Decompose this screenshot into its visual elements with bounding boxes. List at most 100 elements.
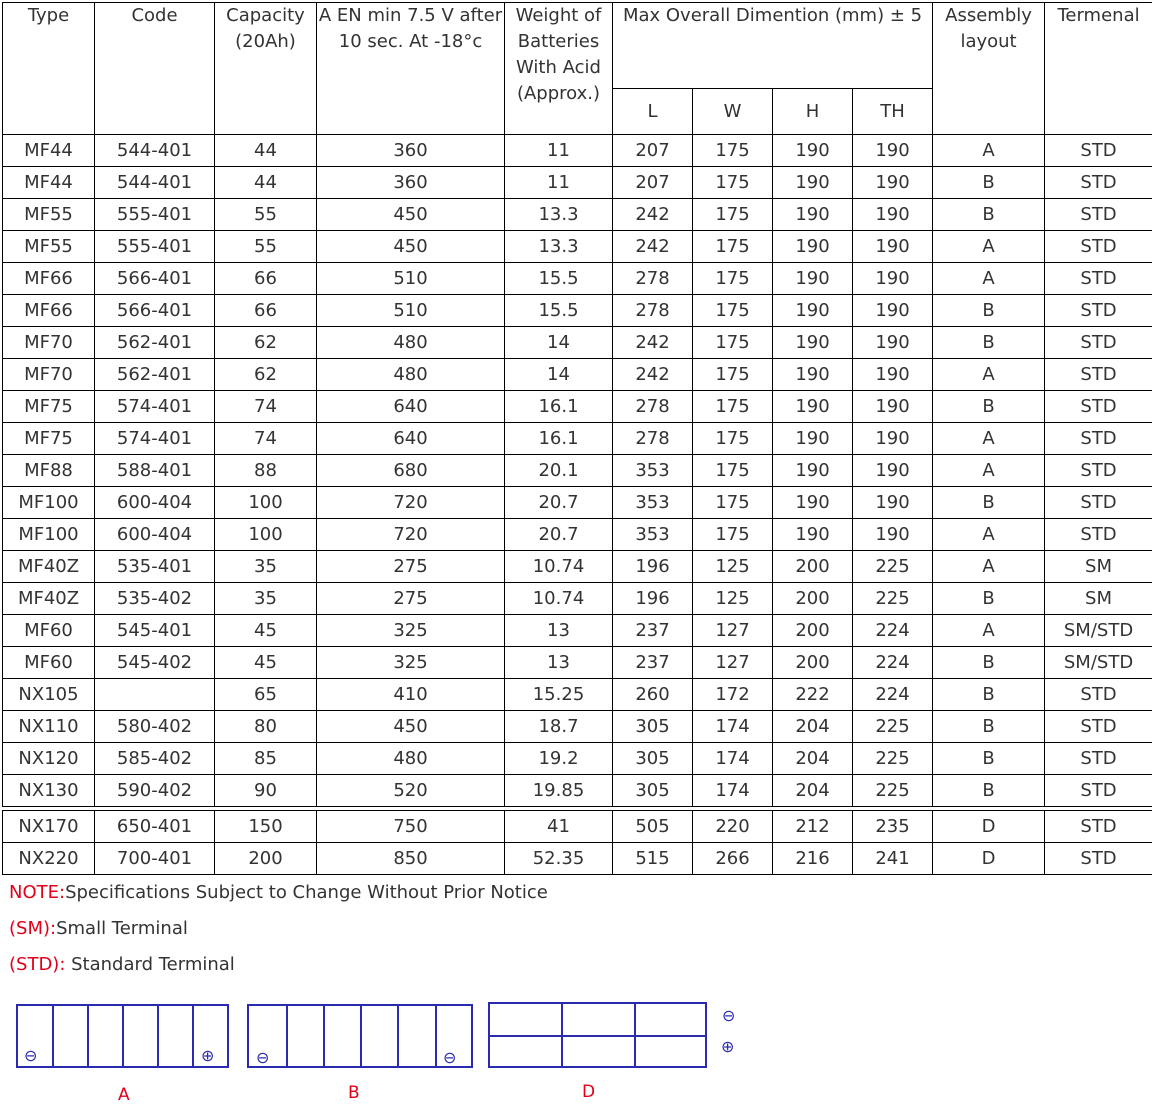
- cell-assembly: B: [932, 678, 1046, 711]
- cell-assembly: A: [932, 358, 1046, 391]
- cell-capacity: 66: [214, 262, 317, 295]
- cell-l: 260: [612, 678, 693, 711]
- minus-terminal-icon: ⊖: [24, 1046, 38, 1065]
- cell-type: MF75: [2, 422, 95, 455]
- cell-assembly: A: [932, 422, 1046, 455]
- header-code: Code: [94, 2, 215, 135]
- plus-terminal-icon: ⊕: [201, 1046, 215, 1065]
- cell-capacity: 66: [214, 294, 317, 327]
- cell-code: 585-402: [94, 742, 215, 775]
- cell-assembly: B: [932, 390, 1046, 423]
- cell-capacity: 100: [214, 518, 317, 551]
- cell-type: MF40Z: [2, 550, 95, 583]
- cell-capacity: 74: [214, 422, 317, 455]
- cell-weight: 19.2: [504, 742, 613, 775]
- cell-w: 175: [692, 230, 773, 263]
- cell-h: 190: [772, 326, 853, 359]
- cell-l: 353: [612, 454, 693, 487]
- table-row: MF66 566-401 66 510 15.5 278 175 190 190 B STD: [2, 294, 1152, 327]
- cell-th: 190: [851, 166, 934, 199]
- table-row: MF70 562-401 62 480 14 242 175 190 190 A STD: [2, 358, 1152, 391]
- cell-l: 207: [612, 134, 693, 167]
- table-row: NX120 585-402 85 480 19.2 305 174 204 225 B STD: [2, 742, 1152, 775]
- cell-capacity: 55: [214, 198, 317, 231]
- cell-h: 200: [772, 550, 853, 583]
- table-row: MF100 600-404 100 720 20.7 353 175 190 190 A STD: [2, 518, 1152, 551]
- cell-type: MF100: [2, 486, 95, 519]
- table-row: NX105 65 410 15.25 260 172 222 224 B STD: [2, 678, 1152, 711]
- cell-code: 535-402: [94, 582, 215, 615]
- cell-capacity: 85: [214, 742, 317, 775]
- cell-code: 580-402: [94, 710, 215, 743]
- cell-type: MF100: [2, 518, 95, 551]
- cell-capacity: 88: [214, 454, 317, 487]
- cell-th: 190: [851, 518, 934, 551]
- cell-w: 174: [692, 710, 773, 743]
- cell-terminal: STD: [1044, 358, 1152, 391]
- cell-code: 590-402: [94, 774, 215, 807]
- cell-weight: 15.25: [504, 678, 613, 711]
- cell-terminal: STD: [1044, 678, 1152, 711]
- cell-th: 225: [851, 710, 934, 743]
- cell-capacity: 80: [214, 710, 317, 743]
- cell-assembly: A: [932, 230, 1046, 263]
- cell-l: 278: [612, 294, 693, 327]
- cell-l: 505: [612, 810, 693, 843]
- battery-spec-table: Type Code Capacity (20Ah) A EN min 7.5 V…: [2, 2, 1152, 875]
- cell-h: 190: [772, 390, 853, 423]
- cell-cca: 480: [316, 742, 505, 775]
- header-h: H: [772, 88, 853, 135]
- cell-w: 220: [692, 810, 773, 843]
- cell-w: 175: [692, 390, 773, 423]
- cell-code: 600-404: [94, 486, 215, 519]
- cell-th: 190: [851, 486, 934, 519]
- cell-cca: 410: [316, 678, 505, 711]
- cell-assembly: B: [932, 326, 1046, 359]
- cell-capacity: 55: [214, 230, 317, 263]
- table-row: MF100 600-404 100 720 20.7 353 175 190 190 B STD: [2, 486, 1152, 519]
- cell-l: 242: [612, 198, 693, 231]
- cell-type: MF66: [2, 294, 95, 327]
- cell-h: 212: [772, 810, 853, 843]
- cell-terminal: SM/STD: [1044, 646, 1152, 679]
- cell-capacity: 45: [214, 646, 317, 679]
- table-row: MF55 555-401 55 450 13.3 242 175 190 190 B STD: [2, 198, 1152, 231]
- cell-th: 190: [851, 358, 934, 391]
- cell-weight: 11: [504, 134, 613, 167]
- sm-note-line: (SM):Small Terminal: [9, 918, 188, 939]
- cell-weight: 13: [504, 646, 613, 679]
- header-dimension: Max Overall Dimention (mm) ± 5: [611, 2, 934, 89]
- header-terminal: Termenal: [1044, 2, 1152, 135]
- cell-capacity: 90: [214, 774, 317, 807]
- cell-type: NX220: [2, 842, 95, 875]
- cell-w: 175: [692, 518, 773, 551]
- cell-weight: 13: [504, 614, 613, 647]
- cell-h: 204: [772, 710, 853, 743]
- cell-terminal: SM: [1044, 582, 1152, 615]
- cell-w: 175: [692, 454, 773, 487]
- table-row: MF75 574-401 74 640 16.1 278 175 190 190 A STD: [2, 422, 1152, 455]
- cell-assembly: D: [932, 810, 1046, 843]
- table-row: NX110 580-402 80 450 18.7 305 174 204 225 B STD: [2, 710, 1152, 743]
- cell-w: 175: [692, 166, 773, 199]
- cell-l: 196: [612, 550, 693, 583]
- cell-l: 278: [612, 390, 693, 423]
- cell-w: 125: [692, 582, 773, 615]
- cell-code: 545-402: [94, 646, 215, 679]
- cell-w: 174: [692, 774, 773, 807]
- table-row: MF60 545-402 45 325 13 237 127 200 224 B SM/STD: [2, 646, 1152, 679]
- table-row: MF88 588-401 88 680 20.1 353 175 190 190 A STD: [2, 454, 1152, 487]
- cell-w: 175: [692, 294, 773, 327]
- cell-terminal: STD: [1044, 810, 1152, 843]
- cell-type: NX120: [2, 742, 95, 775]
- minus-terminal-icon: ⊖: [443, 1048, 457, 1067]
- header-weight: Weight of Batteries With Acid (Approx.): [504, 2, 613, 135]
- cell-cca: 325: [316, 614, 505, 647]
- cell-code: 566-401: [94, 262, 215, 295]
- cell-type: MF55: [2, 198, 95, 231]
- header-w: W: [692, 88, 773, 135]
- cell-code: 562-401: [94, 358, 215, 391]
- cell-weight: 15.5: [504, 262, 613, 295]
- cell-weight: 20.7: [504, 486, 613, 519]
- table-row: MF66 566-401 66 510 15.5 278 175 190 190 A STD: [2, 262, 1152, 295]
